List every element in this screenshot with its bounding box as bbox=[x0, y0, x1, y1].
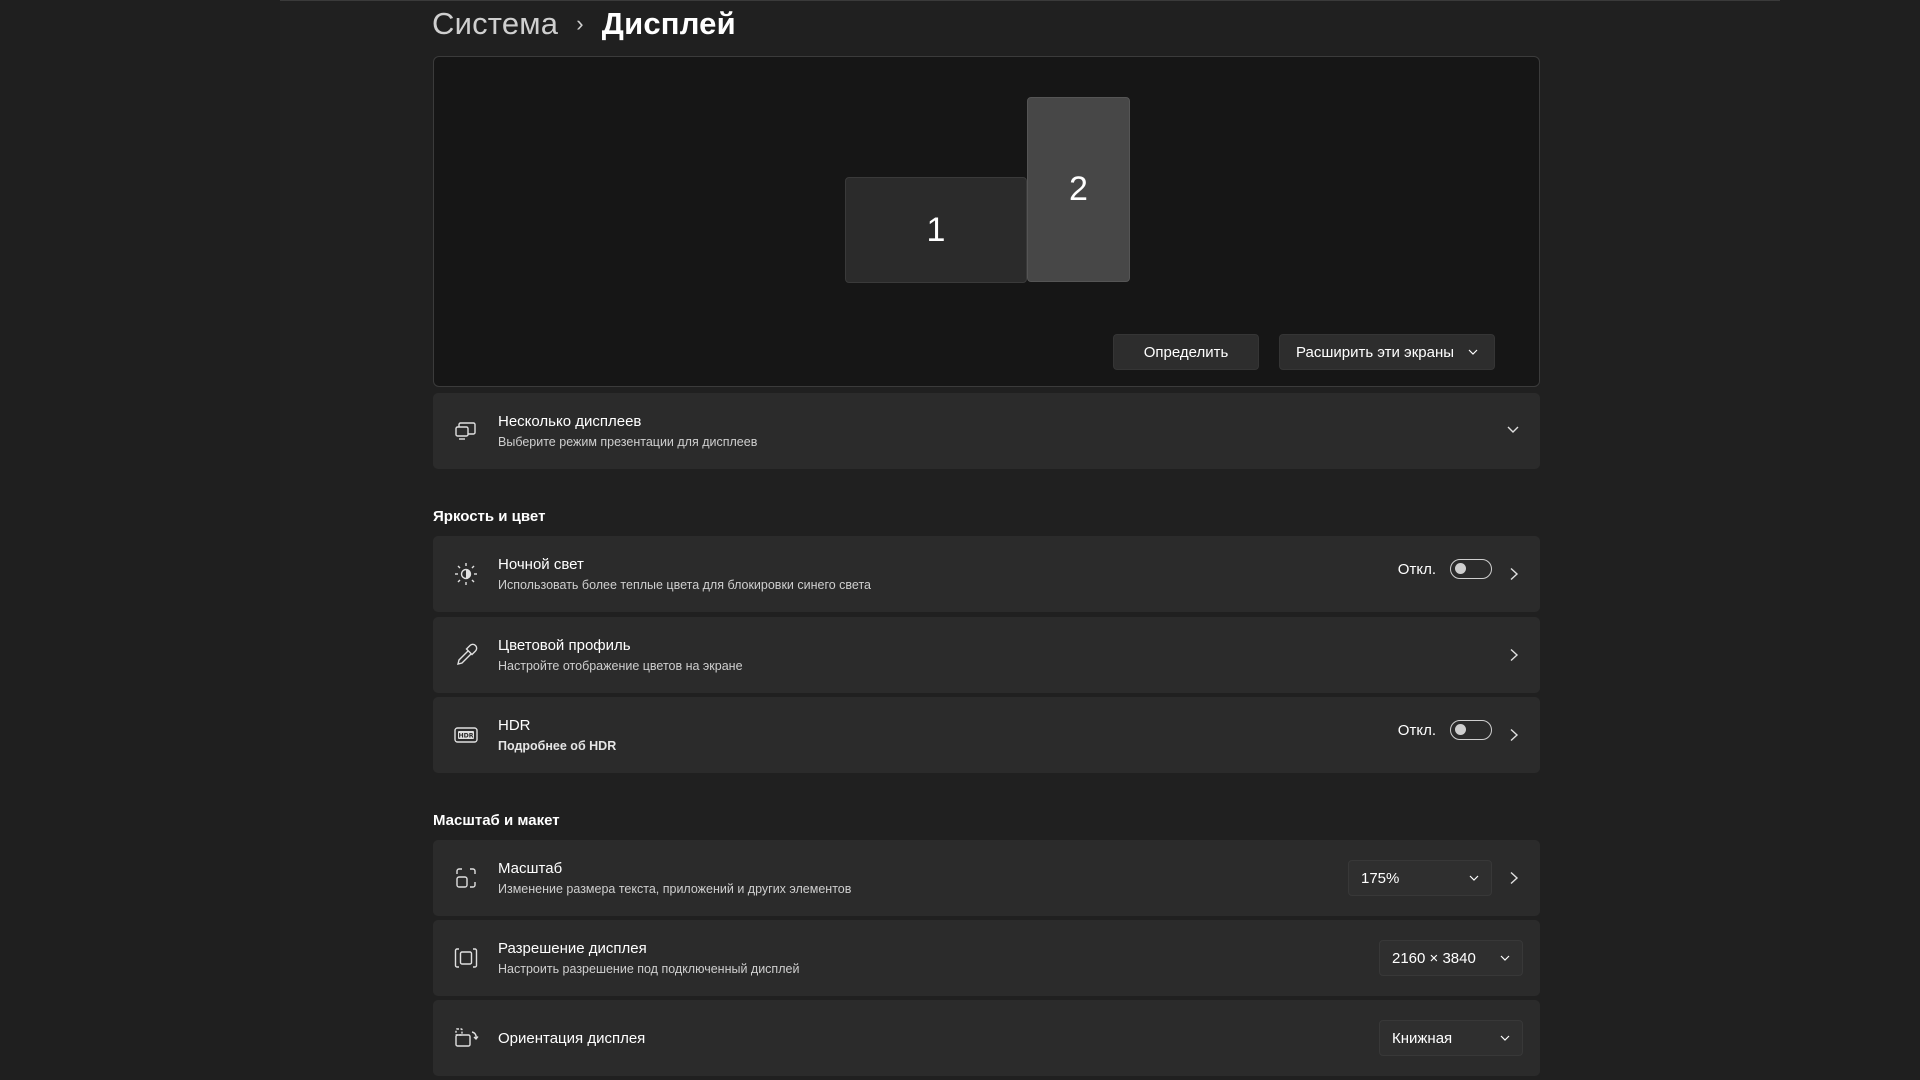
scale-icon bbox=[456, 868, 476, 888]
page-title: Дисплей bbox=[601, 6, 736, 41]
breadcrumb-separator: › bbox=[576, 11, 584, 36]
orientation-icon bbox=[455, 1028, 479, 1047]
multiple-displays-icon bbox=[455, 422, 476, 440]
toggle-knob bbox=[1455, 724, 1466, 735]
breadcrumb: Система › Дисплей bbox=[432, 2, 736, 46]
night-light-toggle-group: Откл. bbox=[1398, 559, 1492, 579]
section-heading-brightness: Яркость и цвет bbox=[433, 508, 546, 525]
color-profile-row[interactable]: Цветовой профиль Настройте отображение ц… bbox=[433, 617, 1540, 693]
toggle-knob bbox=[1455, 563, 1466, 574]
identify-button[interactable]: Определить bbox=[1113, 334, 1259, 370]
resolution-title: Разрешение дисплея bbox=[498, 940, 647, 957]
hdr-row[interactable]: HDR HDR Подробнее об HDR Откл. bbox=[433, 697, 1540, 773]
color-profile-subtitle: Настройте отображение цветов на экране bbox=[498, 659, 743, 673]
resolution-icon bbox=[454, 948, 478, 968]
chevron-right-icon[interactable] bbox=[1508, 871, 1520, 885]
scale-dropdown[interactable]: 175% bbox=[1348, 860, 1492, 896]
scale-subtitle: Изменение размера текста, приложений и д… bbox=[498, 882, 852, 896]
orientation-row: Ориентация дисплея Книжная bbox=[433, 1000, 1540, 1076]
multiple-displays-subtitle: Выберите режим презентации для дисплеев bbox=[498, 435, 758, 449]
resolution-value: 2160 × 3840 bbox=[1392, 949, 1476, 967]
monitor-1[interactable]: 1 bbox=[845, 177, 1027, 283]
hdr-title: HDR bbox=[498, 717, 531, 734]
chevron-down-icon bbox=[1500, 1035, 1510, 1041]
chevron-right-icon[interactable] bbox=[1508, 728, 1520, 742]
chevron-right-icon[interactable] bbox=[1508, 567, 1520, 581]
hdr-toggle-group: Откл. bbox=[1398, 720, 1492, 740]
brightness-icon bbox=[455, 563, 477, 585]
extend-displays-value: Расширить эти экраны bbox=[1295, 343, 1455, 361]
resolution-dropdown[interactable]: 2160 × 3840 bbox=[1379, 940, 1523, 976]
breadcrumb-parent-system[interactable]: Система bbox=[432, 6, 558, 42]
hdr-toggle[interactable] bbox=[1450, 720, 1492, 740]
svg-text:HDR: HDR bbox=[458, 733, 473, 740]
scale-row[interactable]: Масштаб Изменение размера текста, прилож… bbox=[433, 840, 1540, 916]
monitor-1-label: 1 bbox=[926, 210, 946, 249]
chevron-down-icon bbox=[1500, 955, 1510, 961]
monitor-2-label: 2 bbox=[1069, 170, 1088, 208]
night-light-row[interactable]: Ночной свет Использовать более теплые цв… bbox=[433, 536, 1540, 612]
orientation-dropdown[interactable]: Книжная bbox=[1379, 1020, 1523, 1056]
hdr-learn-more-link[interactable]: Подробнее об HDR bbox=[498, 739, 616, 753]
night-light-toggle[interactable] bbox=[1450, 559, 1492, 579]
resolution-subtitle: Настроить разрешение под подключенный ди… bbox=[498, 962, 800, 976]
chevron-down-icon bbox=[1468, 349, 1478, 355]
chevron-down-icon bbox=[1469, 875, 1479, 881]
orientation-value: Книжная bbox=[1392, 1029, 1453, 1047]
eyedropper-icon bbox=[457, 643, 478, 665]
extend-displays-dropdown[interactable]: Расширить эти экраны bbox=[1279, 334, 1495, 370]
top-divider bbox=[280, 0, 1780, 1]
orientation-title: Ориентация дисплея bbox=[498, 1030, 646, 1047]
multiple-displays-title: Несколько дисплеев bbox=[498, 413, 642, 430]
chevron-right-icon[interactable] bbox=[1508, 648, 1520, 662]
multiple-displays-row[interactable]: Несколько дисплеев Выберите режим презен… bbox=[433, 393, 1540, 469]
scale-value: 175% bbox=[1361, 869, 1400, 887]
hdr-toggle-label: Откл. bbox=[1397, 721, 1436, 739]
display-arrangement-panel: 1 2 Определить Расширить эти экраны bbox=[433, 56, 1540, 387]
night-light-toggle-label: Откл. bbox=[1397, 560, 1436, 578]
section-heading-scale: Масштаб и макет bbox=[433, 812, 560, 829]
color-profile-title: Цветовой профиль bbox=[498, 637, 631, 654]
night-light-subtitle: Использовать более теплые цвета для блок… bbox=[498, 578, 871, 592]
monitor-2[interactable]: 2 bbox=[1027, 97, 1130, 282]
scale-title: Масштаб bbox=[498, 860, 563, 877]
resolution-row: Разрешение дисплея Настроить разрешение … bbox=[433, 920, 1540, 996]
hdr-icon: HDR bbox=[454, 727, 478, 743]
night-light-title: Ночной свет bbox=[498, 556, 584, 573]
chevron-down-icon[interactable] bbox=[1506, 424, 1520, 436]
